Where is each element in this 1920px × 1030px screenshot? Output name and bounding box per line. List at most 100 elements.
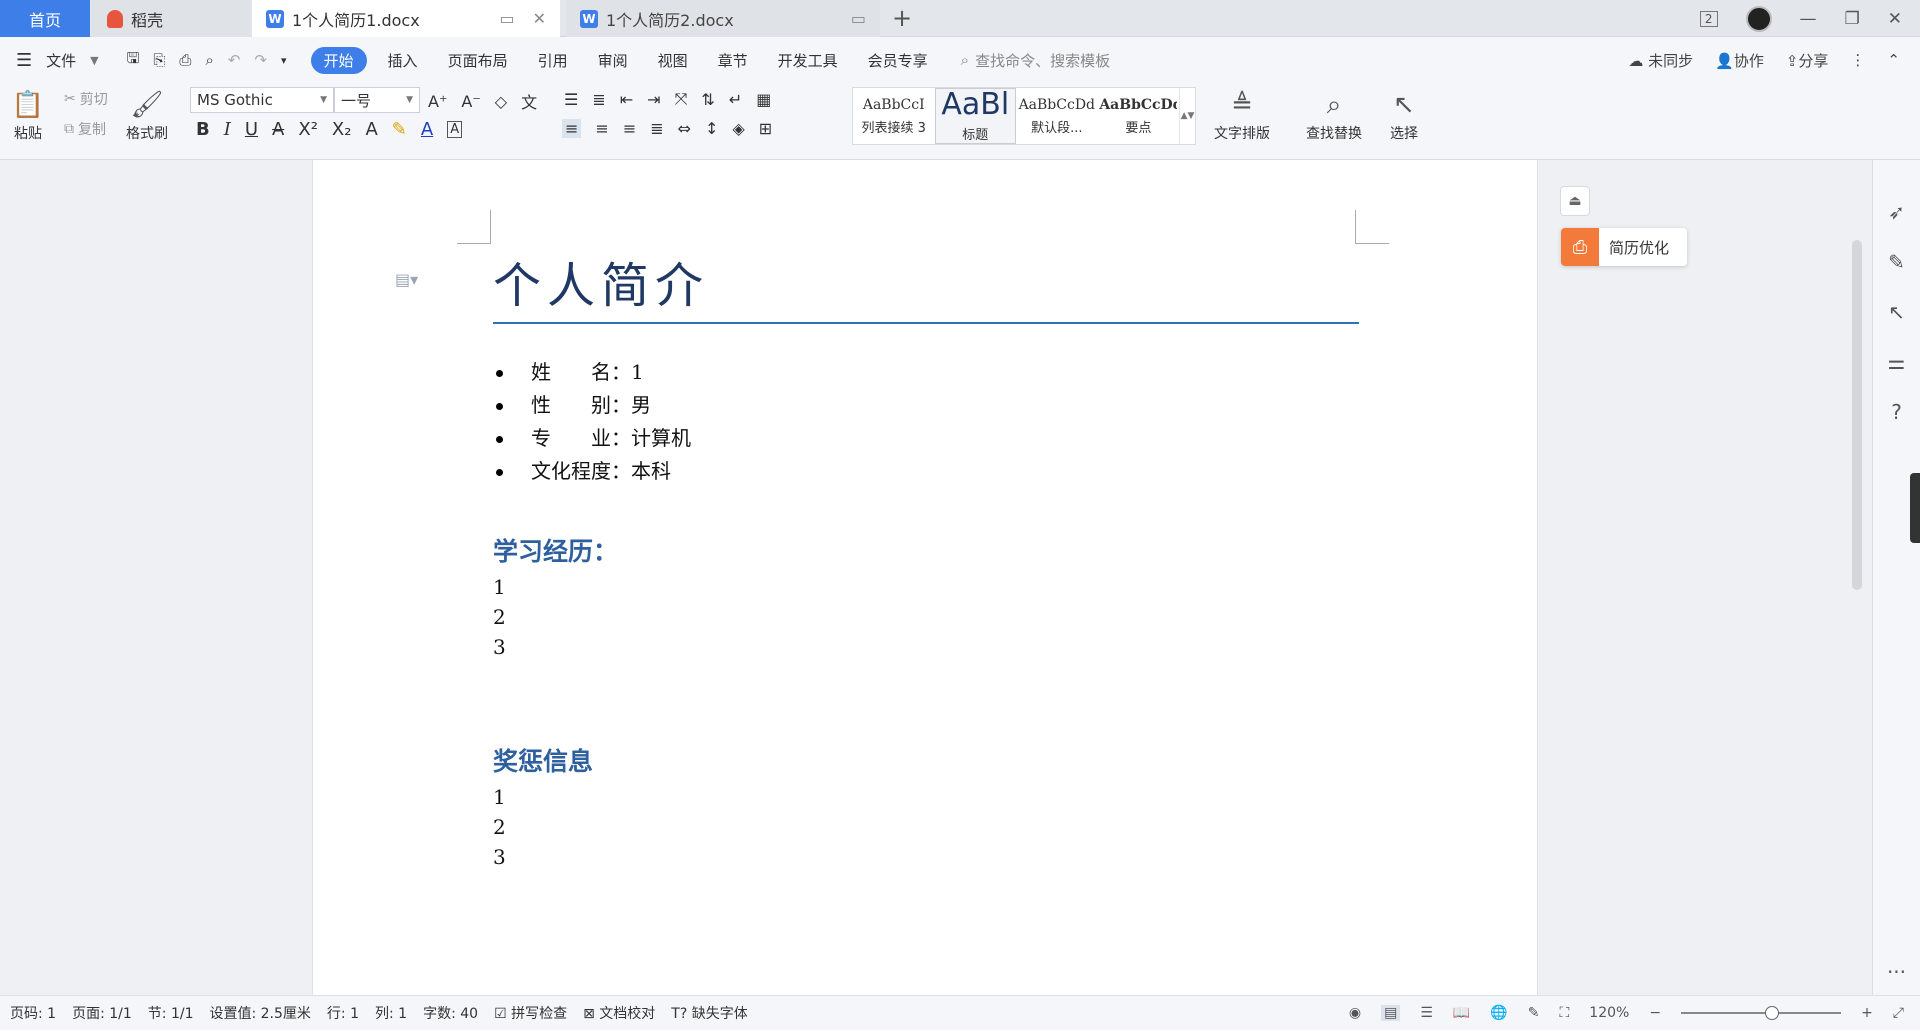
zoom-slider[interactable] — [1681, 1006, 1842, 1020]
export-icon[interactable]: ⎘ — [153, 51, 165, 69]
menu-insert[interactable]: 插入 — [373, 50, 433, 71]
cut-button[interactable]: ✂ 剪切 — [64, 89, 108, 109]
print-icon[interactable]: ⎙ — [179, 51, 191, 69]
zoom-slider-knob[interactable] — [1765, 1006, 1780, 1020]
find-replace-button[interactable]: ⌕ 查找替换 — [1306, 87, 1362, 143]
text-layout-button[interactable]: ≜ 文字排版 — [1214, 87, 1270, 143]
status-setting[interactable]: 设置值: 2.5厘米 — [209, 1003, 310, 1023]
menu-chapter[interactable]: 章节 — [703, 50, 763, 71]
customize-icon[interactable]: ▾ — [281, 54, 287, 67]
scrollbar-thumb[interactable] — [1852, 240, 1862, 590]
file-menu[interactable]: 文件 — [46, 50, 76, 71]
side-handle[interactable] — [1910, 473, 1920, 543]
share-button[interactable]: ⇪分享 — [1786, 50, 1829, 71]
zoom-level[interactable]: 120% — [1589, 1005, 1629, 1021]
decrease-indent-icon[interactable]: ⇤ — [620, 90, 633, 109]
superscript-icon[interactable]: X² — [298, 119, 318, 140]
read-view-icon[interactable]: 📖 — [1453, 1005, 1470, 1021]
tab-home[interactable]: 首页 — [0, 0, 90, 37]
paragraph-options-icon[interactable]: ▤▾ — [395, 270, 418, 289]
font-color-icon[interactable]: A — [421, 119, 433, 140]
style-gallery-scroll[interactable]: ▲▼ — [1179, 88, 1195, 144]
screen-icon[interactable]: ▭ — [851, 9, 866, 28]
style-list-continue[interactable]: AaBbCcI 列表接续 3 — [853, 88, 935, 144]
zoom-in-icon[interactable]: + — [1861, 1005, 1873, 1021]
resume-optimize-button[interactable]: ⎙ 简历优化 — [1561, 228, 1687, 266]
collapse-ribbon-icon[interactable]: ⌃ — [1887, 51, 1900, 69]
print-preview-icon[interactable]: ⌕ — [205, 51, 213, 69]
chevron-down-icon[interactable]: ▼ — [90, 54, 98, 67]
status-pages[interactable]: 页面: 1/1 — [72, 1003, 132, 1023]
chinese-layout-icon[interactable]: ⤧ — [675, 89, 688, 109]
underline-icon[interactable]: U — [245, 119, 258, 140]
help-icon[interactable]: ? — [1891, 400, 1902, 424]
style-title[interactable]: AaBl 标题 — [934, 88, 1017, 144]
doc-proof-button[interactable]: ⊠ 文档校对 — [583, 1003, 655, 1023]
menu-view[interactable]: 视图 — [643, 50, 703, 71]
numbered-list-icon[interactable]: ≣ — [592, 90, 605, 109]
undo-icon[interactable]: ↶ — [228, 51, 241, 69]
status-col[interactable]: 列: 1 — [375, 1003, 407, 1023]
zoom-out-icon[interactable]: − — [1649, 1005, 1661, 1021]
redo-icon[interactable]: ↷ — [254, 51, 267, 69]
outline-view-icon[interactable]: ☰ — [1420, 1005, 1433, 1021]
vertical-scrollbar[interactable] — [1850, 160, 1864, 995]
menu-home[interactable]: 开始 — [310, 46, 367, 74]
status-section[interactable]: 节: 1/1 — [148, 1003, 194, 1023]
style-emphasis[interactable]: AaBbCcDd 要点 — [1098, 88, 1180, 144]
rocket-icon[interactable]: ➶ — [1888, 200, 1905, 224]
menu-member[interactable]: 会员专享 — [853, 50, 943, 71]
save-icon[interactable]: 🖫 — [127, 48, 140, 73]
paste-button[interactable]: 📋 粘贴 — [12, 87, 44, 143]
show-marks-icon[interactable]: ↵ — [729, 90, 742, 109]
window-count-badge[interactable]: 2 — [1699, 10, 1718, 27]
menu-developer[interactable]: 开发工具 — [763, 50, 853, 71]
highlight-icon[interactable]: ✎ — [392, 119, 407, 140]
close-window-icon[interactable]: ✕ — [1888, 9, 1902, 29]
more-dots-icon[interactable]: ··· — [1887, 960, 1906, 984]
shading-icon[interactable]: ◈ — [732, 119, 744, 138]
align-left-icon[interactable]: ≡ — [562, 119, 582, 138]
font-size-select[interactable]: 一号 ▼ — [334, 87, 420, 113]
tabs-icon[interactable]: ▦ — [756, 90, 771, 109]
distribute-icon[interactable]: ⇔ — [678, 119, 691, 138]
panel-collapse-button[interactable]: ⏏ — [1560, 186, 1590, 216]
menu-review[interactable]: 审阅 — [583, 50, 643, 71]
pen-icon[interactable]: ✎ — [1888, 250, 1905, 274]
page-view-icon[interactable]: ▤ — [1381, 1005, 1401, 1021]
tab-daoke[interactable]: 稻壳 — [91, 0, 251, 37]
tab-document-2[interactable]: W 1个人简历2.docx ▭ — [566, 0, 880, 37]
subscript-icon[interactable]: X₂ — [332, 119, 352, 140]
restore-icon[interactable]: ❐ — [1845, 9, 1860, 29]
status-word-count[interactable]: 字数: 40 — [423, 1003, 478, 1023]
text-effect-icon[interactable]: A — [365, 119, 377, 140]
line-spacing-icon[interactable]: ↕ — [705, 119, 718, 138]
sync-button[interactable]: ☁ 未同步 — [1628, 50, 1693, 71]
fit-page-icon[interactable]: ⛶ — [1559, 1005, 1569, 1021]
align-right-icon[interactable]: ≡ — [623, 119, 636, 138]
fullscreen-icon[interactable]: ⤢ — [1893, 1005, 1904, 1021]
missing-font-button[interactable]: T? 缺失字体 — [671, 1003, 747, 1023]
tab-document-1[interactable]: W 1个人简历1.docx ▭ ✕ — [252, 0, 560, 37]
strikethrough-icon[interactable]: A — [272, 119, 284, 140]
document-page[interactable]: ▤▾ 个人简介 姓 名：1 性 别：男 专 业：计算机 文化程度：本科 学习经历… — [312, 160, 1538, 995]
more-icon[interactable]: ⋮ — [1850, 51, 1865, 69]
justify-icon[interactable]: ≣ — [650, 119, 663, 138]
minimize-icon[interactable]: — — [1800, 9, 1817, 29]
borders-icon[interactable]: ⊞ — [759, 119, 772, 138]
status-page-num[interactable]: 页码: 1 — [10, 1003, 56, 1023]
avatar[interactable] — [1745, 5, 1772, 32]
pointer-icon[interactable]: ↖ — [1888, 300, 1905, 324]
char-border-icon[interactable]: A — [447, 121, 463, 138]
font-name-select[interactable]: MS Gothic ▼ — [190, 87, 334, 113]
screen-icon[interactable]: ▭ — [499, 9, 514, 28]
increase-indent-icon[interactable]: ⇥ — [647, 90, 660, 109]
write-view-icon[interactable]: ✎ — [1528, 1005, 1540, 1021]
status-row[interactable]: 行: 1 — [327, 1003, 359, 1023]
bold-icon[interactable]: B — [196, 119, 210, 140]
shrink-font-icon[interactable]: A⁻ — [461, 92, 480, 111]
italic-icon[interactable]: I — [224, 119, 231, 140]
copy-button[interactable]: ⧉ 复制 — [64, 119, 106, 139]
grow-font-icon[interactable]: A⁺ — [428, 92, 447, 111]
sort-icon[interactable]: ⇅ — [701, 90, 714, 109]
